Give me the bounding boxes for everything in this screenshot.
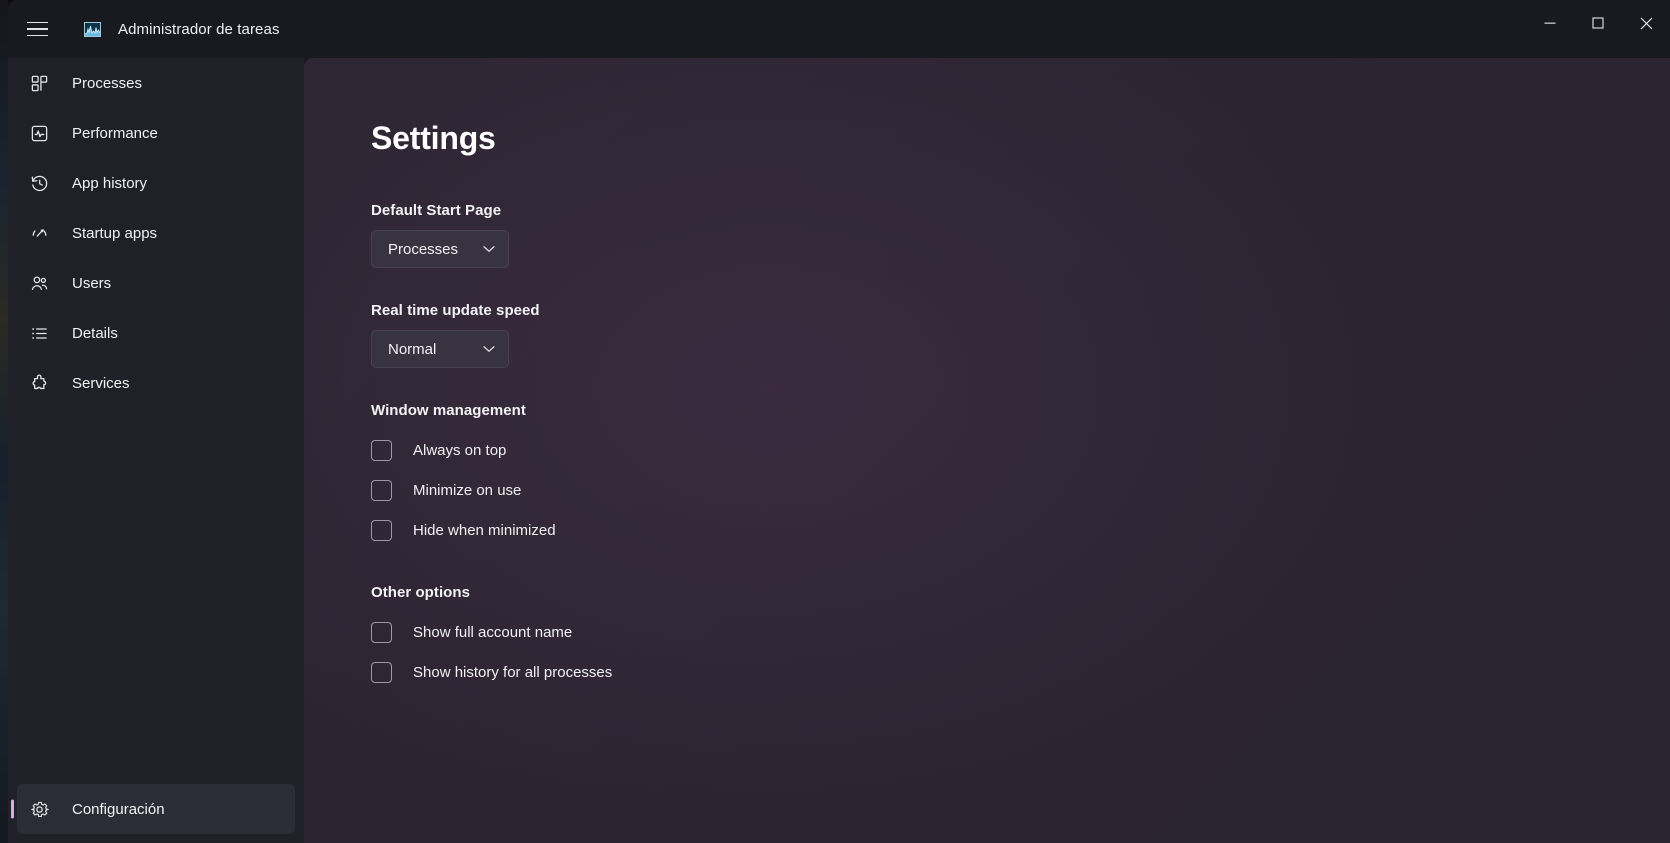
content-pane: Settings Default Start Page Processes Re…	[304, 58, 1670, 843]
maximize-icon[interactable]	[1574, 0, 1622, 46]
sidebar-item-services[interactable]: Services	[17, 358, 295, 408]
services-puzzle-icon	[28, 372, 50, 394]
sidebar: Processes Performance App history Startu…	[8, 58, 304, 843]
startup-apps-speedometer-icon	[28, 222, 50, 244]
sidebar-bottom: Configuración	[8, 784, 304, 843]
sidebar-item-settings[interactable]: Configuración	[17, 784, 295, 834]
default-start-page-label: Default Start Page	[371, 202, 502, 219]
checkbox-box	[371, 519, 392, 541]
update-speed-label: Real time update speed	[371, 302, 540, 319]
sidebar-item-details[interactable]: Details	[17, 308, 295, 358]
checkbox-show-full-account-name[interactable]: Show full account name	[371, 612, 582, 652]
other-options-label: Other options	[371, 584, 470, 601]
checkbox-box	[371, 621, 392, 643]
update-speed-group: Real time update speed Normal	[371, 302, 1670, 368]
checkbox-box	[371, 661, 392, 683]
desktop-background-strip	[0, 0, 8, 843]
checkbox-box	[371, 479, 392, 501]
sidebar-item-label: Users	[72, 274, 112, 292]
processes-grid-icon	[28, 72, 50, 94]
sidebar-item-label: Services	[72, 374, 130, 392]
sidebar-item-label: Details	[72, 324, 118, 342]
checkbox-label: Show full account name	[413, 623, 573, 641]
sidebar-nav-list: Processes Performance App history Startu…	[8, 58, 304, 408]
performance-pulse-icon	[28, 122, 50, 144]
sidebar-item-startup-apps[interactable]: Startup apps	[17, 208, 295, 258]
checkbox-label: Hide when minimized	[413, 521, 556, 539]
window-controls	[1526, 0, 1670, 46]
dropdown-value: Processes	[388, 240, 459, 258]
sidebar-item-label: Configuración	[72, 800, 165, 818]
update-speed-dropdown[interactable]: Normal	[371, 330, 509, 368]
hamburger-menu-icon[interactable]	[12, 4, 62, 54]
page-title: Settings	[371, 120, 496, 156]
sidebar-item-app-history[interactable]: App history	[17, 158, 295, 208]
checkbox-label: Show history for all processes	[413, 663, 613, 681]
sidebar-item-label: Startup apps	[72, 224, 158, 242]
sidebar-item-label: App history	[72, 174, 148, 192]
sidebar-item-label: Performance	[72, 124, 158, 142]
default-start-page-dropdown[interactable]: Processes	[371, 230, 509, 268]
close-icon[interactable]	[1622, 0, 1670, 46]
minimize-icon[interactable]	[1526, 0, 1574, 46]
checkbox-hide-when-minimized[interactable]: Hide when minimized	[371, 510, 566, 550]
sidebar-item-label: Processes	[72, 74, 143, 92]
sidebar-item-users[interactable]: Users	[17, 258, 295, 308]
sidebar-item-performance[interactable]: Performance	[17, 108, 295, 158]
window-management-group: Window management Always on top Minimize…	[371, 402, 1670, 550]
gear-icon	[28, 798, 50, 820]
sidebar-item-processes[interactable]: Processes	[17, 58, 295, 108]
app-title: Administrador de tareas	[118, 20, 280, 38]
checkbox-always-on-top[interactable]: Always on top	[371, 430, 516, 470]
title-bar: Administrador de tareas	[8, 0, 1670, 58]
task-manager-window: Administrador de tareas Processes Perfor…	[8, 0, 1670, 843]
chevron-down-icon	[483, 345, 495, 353]
chevron-down-icon	[483, 245, 495, 253]
default-start-page-group: Default Start Page Processes	[371, 202, 1670, 268]
other-options-group: Other options Show full account name Sho…	[371, 584, 1670, 692]
checkbox-label: Always on top	[413, 441, 507, 459]
checkbox-show-history-all-processes[interactable]: Show history for all processes	[371, 652, 622, 692]
window-management-label: Window management	[371, 402, 526, 419]
checkbox-label: Minimize on use	[413, 481, 522, 499]
details-list-icon	[28, 322, 50, 344]
task-manager-graph-icon	[84, 21, 101, 37]
checkbox-box	[371, 439, 392, 461]
checkbox-minimize-on-use[interactable]: Minimize on use	[371, 470, 531, 510]
users-people-icon	[28, 272, 50, 294]
dropdown-value: Normal	[388, 340, 437, 358]
app-history-clock-icon	[28, 172, 50, 194]
